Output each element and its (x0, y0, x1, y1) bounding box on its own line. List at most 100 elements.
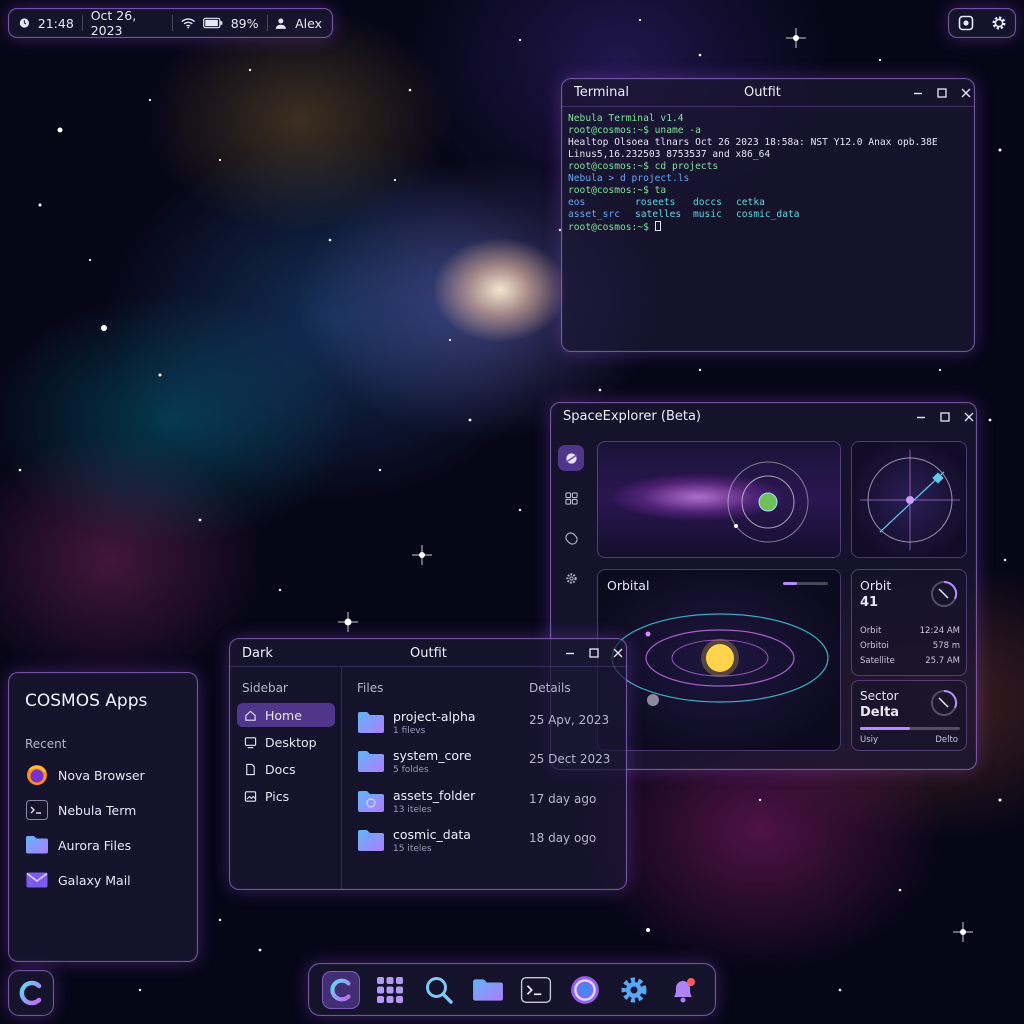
sector-card[interactable]: Sector Delta Usiy Delto (851, 680, 967, 751)
app-label: Aurora Files (58, 837, 132, 853)
dock (308, 963, 716, 1016)
clock-date[interactable]: Oct 26, 2023 (91, 8, 164, 38)
stat-value: 25.7 AM (925, 656, 960, 666)
battery-level: 89% (230, 15, 259, 31)
section-label: Recent (25, 737, 67, 751)
app-item-nova-browser[interactable]: Nova Browser (25, 762, 145, 788)
divider (81, 15, 83, 31)
file-name: cosmic_data (393, 827, 471, 842)
file-row[interactable]: cosmic_data 15 iteles 18 day ogo (357, 825, 617, 859)
sector-progress-track (860, 727, 960, 730)
maximize-icon[interactable] (939, 411, 951, 423)
user-name[interactable]: Alex (295, 16, 322, 31)
listing-entry: doccs (693, 197, 722, 208)
app-item-aurora-files[interactable]: Aurora Files (25, 832, 131, 858)
card-title: Sector (860, 689, 899, 703)
listing-entry: satelles (635, 209, 682, 220)
dock-files[interactable] (469, 971, 507, 1009)
terminal-output[interactable]: Nebula Terminal v1.4 root@cosmos:~$ uname… (562, 107, 974, 240)
sidebar-item-grid[interactable] (558, 485, 584, 511)
nebula-view-panel[interactable] (597, 441, 841, 558)
terminal-prompt[interactable]: root@cosmos:~$ (568, 221, 968, 234)
mail-icon (26, 872, 48, 888)
window-title: Dark (242, 646, 273, 661)
user-icon (276, 17, 287, 29)
planet-orbit-graphic (727, 461, 809, 543)
listing-entry: eos (568, 197, 586, 208)
close-icon[interactable] (960, 87, 972, 99)
dock-browser[interactable] (566, 971, 604, 1009)
stat-value: 12:24 AM (919, 626, 960, 636)
window-controls (564, 647, 624, 659)
screenshot-icon[interactable] (958, 15, 974, 31)
dock-notifications[interactable] (664, 971, 702, 1009)
listing-entry: music (693, 209, 722, 220)
battery-icon[interactable] (203, 17, 223, 29)
cosmos-logo-icon (19, 980, 42, 1006)
listing-entry: cosmic_data (736, 209, 800, 220)
sidebar-item-label: Docs (265, 761, 296, 777)
space-explorer-titlebar[interactable]: SpaceExplorer (Beta) (551, 403, 976, 431)
folder-icon (358, 830, 384, 851)
terminal-window[interactable]: Terminal Outfit Nebula Terminal v1.4 root… (561, 78, 975, 352)
dock-terminal[interactable] (517, 971, 555, 1009)
close-icon[interactable] (963, 411, 975, 423)
file-meta: 13 iteles (393, 805, 432, 815)
listing-entry: roseets (635, 197, 676, 208)
gear-icon[interactable] (991, 15, 1007, 31)
orbit-stats-card[interactable]: Orbit 41 Orbit 12:24 AM Orbitoi 578 m Sate… (851, 569, 967, 676)
window-title: Terminal (574, 85, 629, 100)
image-icon (244, 790, 257, 802)
file-manager-titlebar[interactable]: Dark Outfit (230, 639, 626, 667)
orbital-panel[interactable]: Orbital (597, 569, 841, 751)
terminal-listing-row: eos roseets doccs cetka (568, 197, 968, 209)
sidebar-item-desktop[interactable]: Desktop (237, 730, 335, 754)
terminal-line: Linus5,16.232503 8753537 and x86_64 (568, 149, 771, 160)
maximize-icon[interactable] (936, 87, 948, 99)
satellite-icon (564, 531, 578, 545)
maximize-icon[interactable] (588, 647, 600, 659)
sidebar-item-explore[interactable] (558, 445, 584, 471)
terminal-listing-row: asset_src satelles music cosmic_data (568, 209, 968, 221)
file-manager-window[interactable]: Dark Outfit Sidebar Home Desktop Docs Pi… (229, 638, 627, 890)
text-cursor (654, 221, 661, 231)
divider (171, 15, 173, 31)
folder-icon (472, 978, 503, 1001)
minimize-icon[interactable] (564, 647, 576, 659)
sidebar-header: Sidebar (242, 681, 288, 695)
radar-panel[interactable] (851, 441, 967, 558)
home-icon (245, 710, 256, 721)
file-meta: 5 foldes (393, 765, 429, 775)
sector-foot-left: Usiy (860, 735, 879, 745)
clock-time[interactable]: 21:48 (38, 16, 74, 31)
start-menu-button[interactable] (8, 970, 54, 1016)
close-icon[interactable] (612, 647, 624, 659)
sidebar-item-docs[interactable]: Docs (237, 757, 335, 781)
terminal-icon (521, 976, 552, 1003)
stat-label: Satellite (860, 656, 895, 666)
dock-cosmos-launcher[interactable] (322, 970, 361, 1009)
stat-row: Satellite 25.7 AM (860, 656, 960, 671)
sidebar-item-home[interactable]: Home (237, 703, 335, 727)
file-row[interactable]: system_core 5 foldes 25 Dect 2023 (357, 746, 617, 780)
file-date: 25 Apv, 2023 (529, 713, 610, 727)
dock-settings[interactable] (615, 971, 653, 1009)
sidebar-item-settings[interactable] (558, 565, 584, 591)
apps-launcher-panel: COSMOS Apps Recent Nova Browser Nebula T… (8, 672, 198, 962)
minimize-icon[interactable] (915, 411, 927, 423)
app-item-galaxy-mail[interactable]: Galaxy Mail (25, 867, 131, 893)
app-item-nebula-term[interactable]: Nebula Term (25, 797, 136, 823)
wifi-icon[interactable] (181, 17, 195, 29)
sidebar-item-satellites[interactable] (558, 525, 584, 551)
terminal-titlebar[interactable]: Terminal Outfit (562, 79, 974, 107)
sidebar-item-pics[interactable]: Pics (237, 784, 335, 808)
dock-search[interactable] (420, 971, 458, 1009)
minimize-icon[interactable] (912, 87, 924, 99)
listing-entry: asset_src (568, 209, 620, 220)
file-row[interactable]: assets_folder 13 iteles 17 day ago (357, 786, 617, 820)
dock-app-grid[interactable] (371, 971, 409, 1009)
file-row[interactable]: project-alpha 1 filevs 25 Apv, 2023 (357, 707, 617, 741)
file-manager-sidebar: Sidebar Home Desktop Docs Pics (230, 667, 342, 889)
file-date: 17 day ago (529, 792, 597, 806)
grid-icon (564, 491, 578, 505)
